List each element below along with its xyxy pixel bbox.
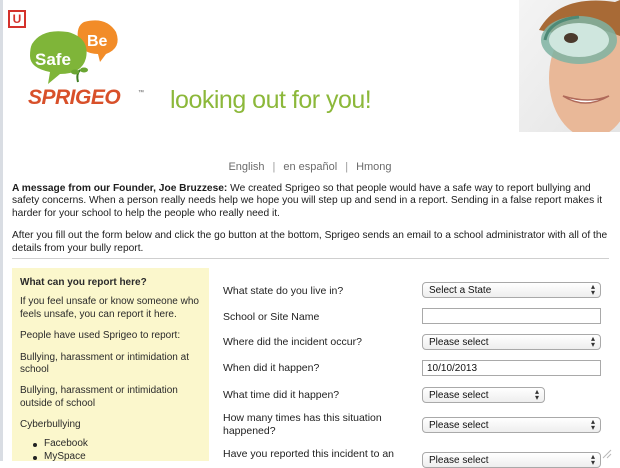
message-lead: A message from our Founder, Joe Bruzzese…	[12, 183, 228, 194]
times-select[interactable]: Please select ▴ ▾	[422, 417, 601, 433]
where-label: Where did the incident occur?	[223, 336, 362, 348]
logo-safe-text: Safe	[35, 50, 71, 69]
lang-spanish-link[interactable]: en español	[283, 161, 337, 173]
time-label: What time did it happen?	[223, 389, 340, 401]
school-input[interactable]	[422, 308, 601, 324]
date-input[interactable]	[422, 360, 601, 376]
lang-separator: |	[345, 161, 349, 173]
when-label: When did it happen?	[223, 362, 320, 374]
where-select[interactable]: Please select ▴ ▾	[422, 334, 601, 350]
where-select-value: Please select	[429, 337, 489, 348]
be-safe-sprigeo-logo[interactable]: Be Safe SPRIGEO ™	[22, 14, 152, 124]
sidebar-text: If you feel unsafe or know someone who f…	[20, 296, 199, 320]
list-item: Facebook	[33, 438, 201, 450]
sidebar-text: People have used Sprigeo to report:	[20, 330, 181, 342]
select-arrows-icon: ▴ ▾	[590, 334, 595, 349]
reported-label: Have you reported this incident to an	[223, 448, 395, 460]
divider	[12, 258, 609, 259]
cyberbullying-list: Facebook MySpace	[20, 438, 201, 464]
select-arrows-icon: ▴ ▾	[590, 282, 595, 297]
message-paragraph-1: A message from our Founder, Joe Bruzzese…	[12, 183, 609, 220]
logo-be-text: Be	[87, 33, 108, 50]
lang-english-link[interactable]: English	[228, 161, 264, 173]
times-label: How many times has this situation happen…	[223, 412, 382, 437]
sidebar-text: Bullying, harassment or intimidation at …	[20, 351, 189, 376]
time-select-value: Please select	[429, 390, 489, 401]
reported-select[interactable]: Please select ▴ ▾	[422, 452, 601, 468]
state-select-value: Select a State	[429, 285, 492, 296]
lang-hmong-link[interactable]: Hmong	[356, 161, 391, 173]
header-photo	[519, 0, 620, 132]
times-select-value: Please select	[429, 420, 489, 431]
state-select[interactable]: Select a State ▴ ▾	[422, 282, 601, 298]
report-form: What state do you live in? Select a Stat…	[223, 268, 613, 468]
header: U Be Safe SPRIGEO ™ looking out for you!	[0, 0, 620, 140]
school-label: School or Site Name	[223, 311, 320, 323]
logo-brand-text: SPRIGEO	[28, 86, 120, 109]
message-paragraph-2: After you fill out the form below and cl…	[12, 230, 608, 254]
state-label: What state do you live in?	[223, 285, 344, 297]
sidebar-title: What can you report here?	[20, 277, 147, 288]
lang-separator: |	[272, 161, 276, 173]
select-arrows-icon: ▴ ▾	[534, 387, 539, 402]
select-arrows-icon: ▴ ▾	[590, 452, 595, 467]
report-info-sidebar: What can you report here? If you feel un…	[12, 268, 209, 464]
list-item: MySpace	[33, 451, 201, 463]
language-selector: English | en español | Hmong	[0, 161, 620, 173]
time-select[interactable]: Please select ▴ ▾	[422, 387, 545, 403]
tagline: looking out for you!	[170, 86, 372, 114]
resize-grip-icon[interactable]	[600, 447, 612, 459]
sidebar-text: Cyberbullying	[20, 419, 81, 431]
select-arrows-icon: ▴ ▾	[590, 417, 595, 432]
founder-message: A message from our Founder, Joe Bruzzese…	[12, 183, 609, 265]
logo-tm: ™	[138, 89, 144, 96]
sidebar-text: Bullying, harassment or intimidation out…	[20, 385, 178, 409]
